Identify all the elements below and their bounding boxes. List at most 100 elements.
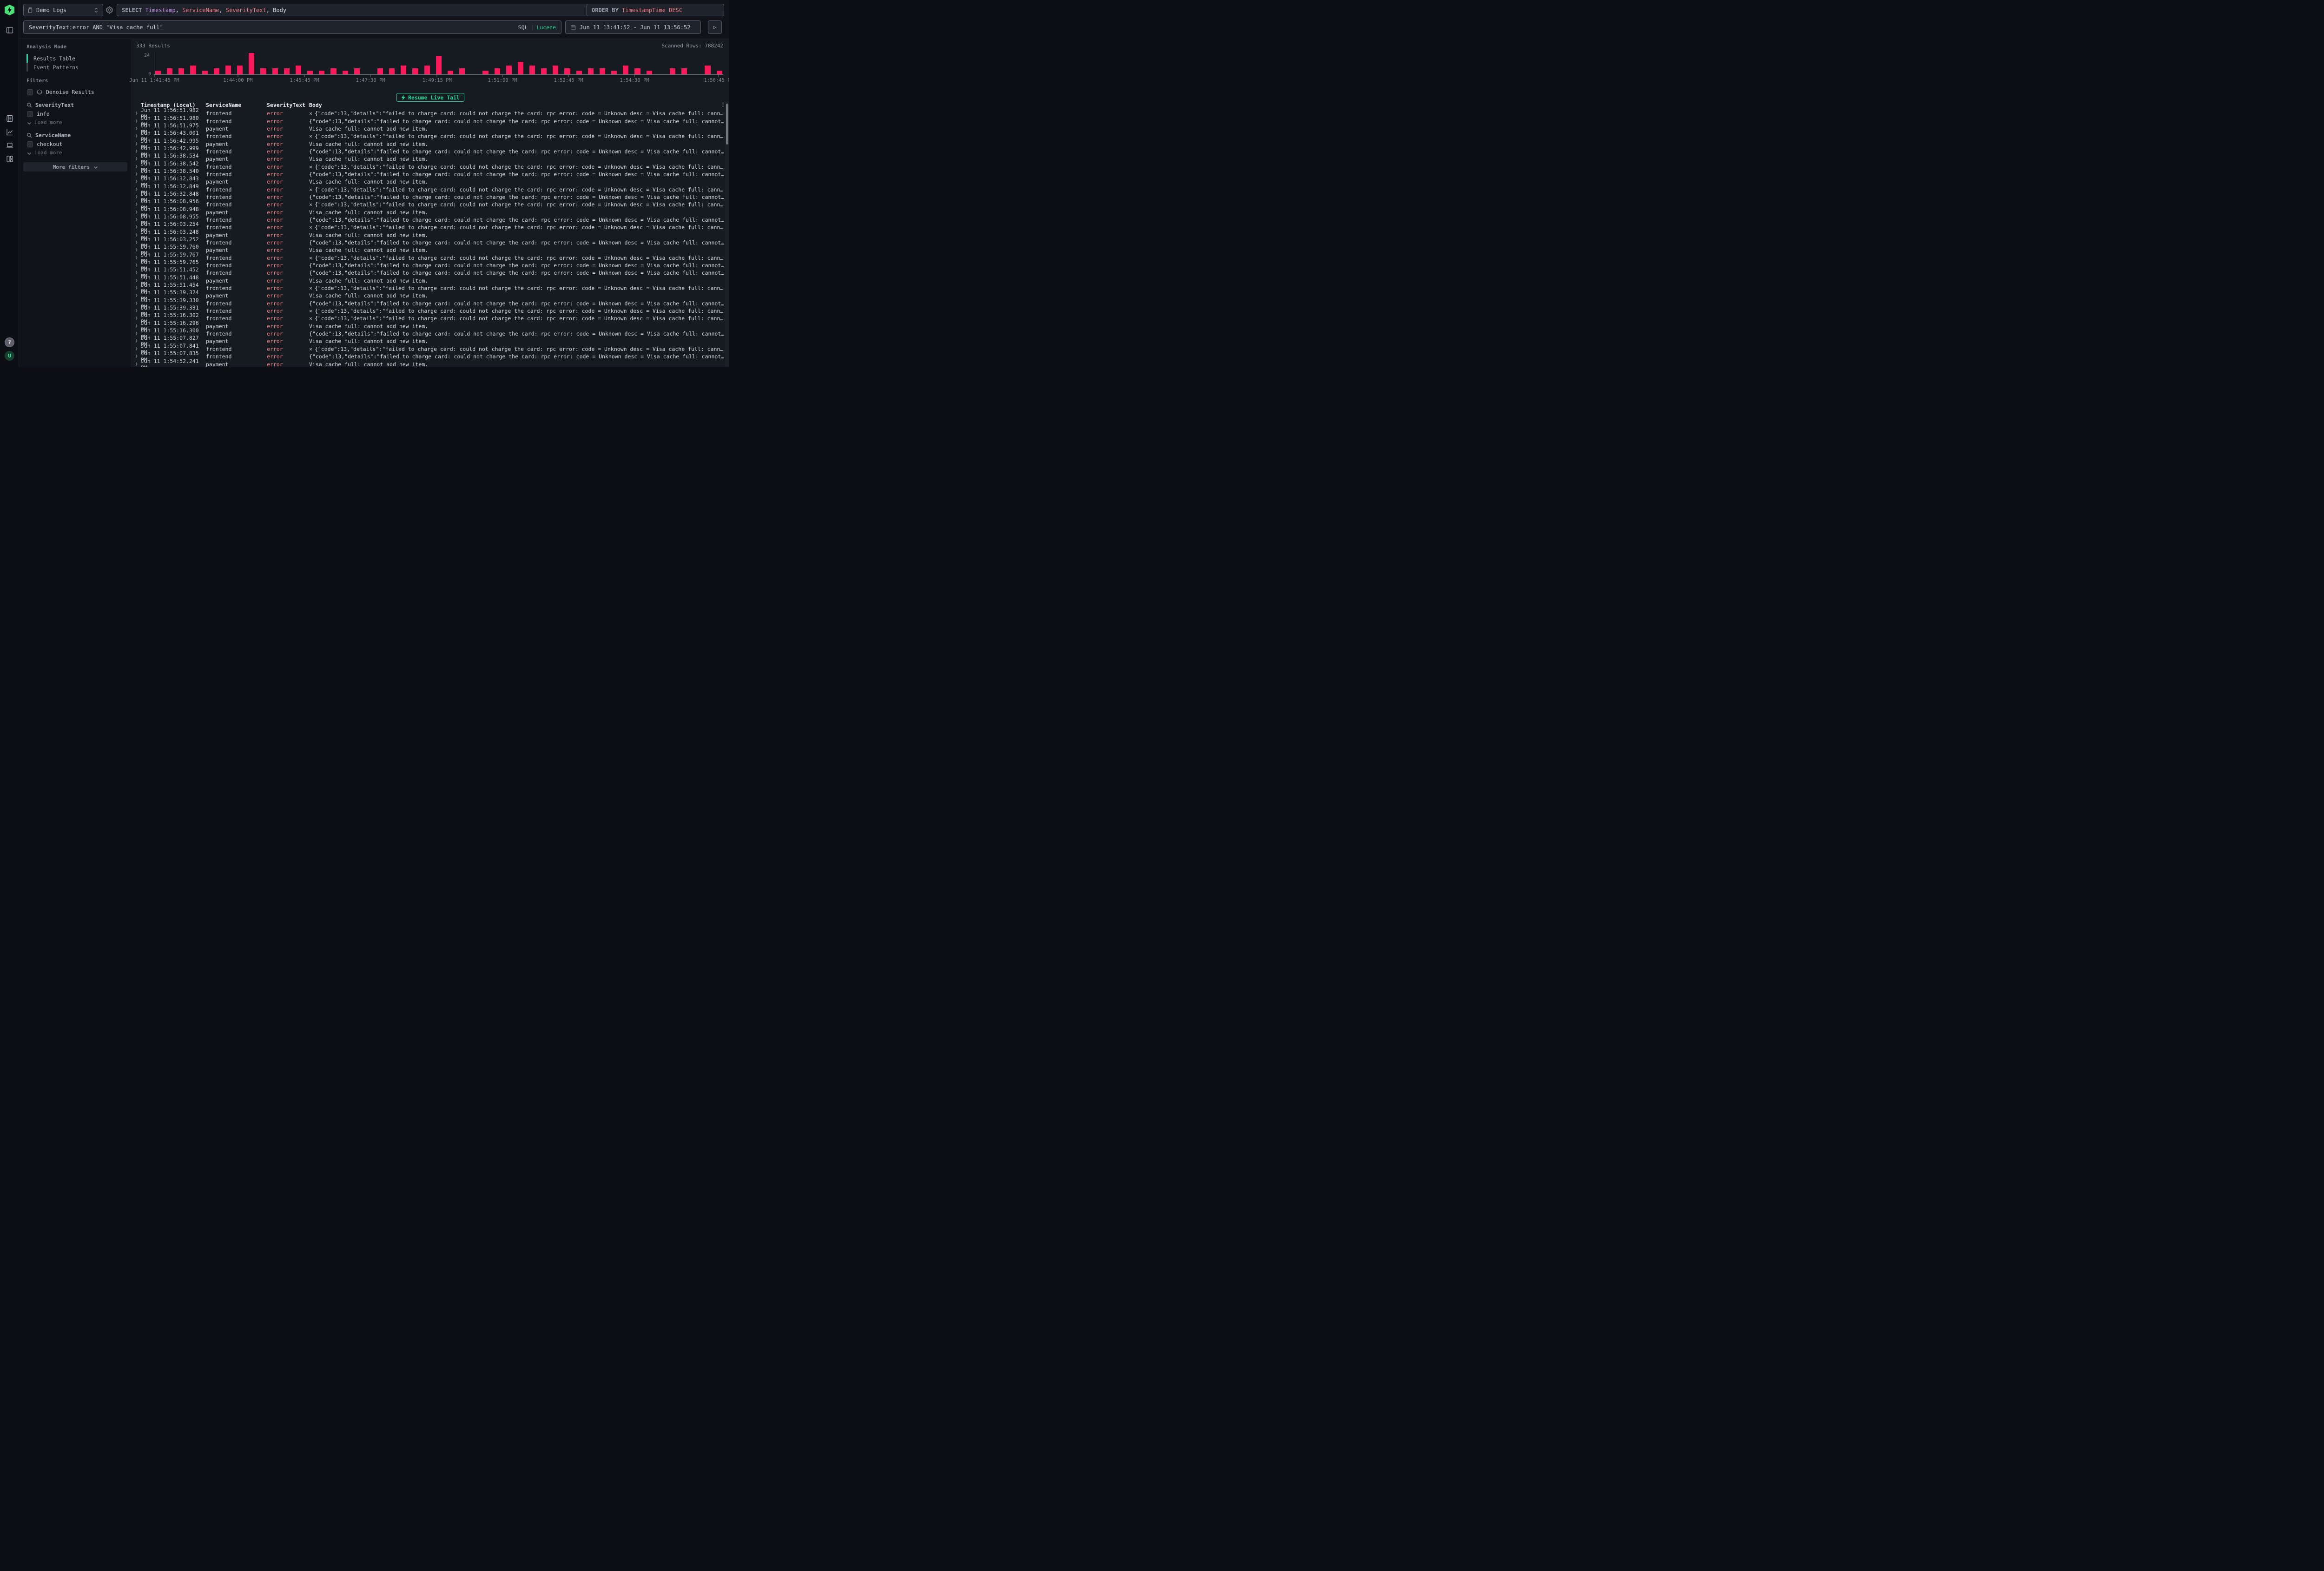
histogram-bar[interactable] (401, 66, 406, 74)
row-expand-chevron-icon[interactable]: ❯ (132, 233, 141, 238)
more-filters-button[interactable]: More filters (23, 162, 127, 172)
table-row[interactable]: ❯Jun 11 1:56:51.982 PMfrontenderror×{"co… (132, 110, 726, 117)
row-expand-chevron-icon[interactable]: ❯ (132, 278, 141, 283)
table-row[interactable]: ❯Jun 11 1:55:16.300 PMfrontenderror{"cod… (132, 330, 726, 337)
row-expand-chevron-icon[interactable]: ❯ (132, 111, 141, 116)
row-expand-chevron-icon[interactable]: ❯ (132, 316, 141, 321)
row-expand-chevron-icon[interactable]: ❯ (132, 347, 141, 351)
load-more-button[interactable]: Load more (26, 119, 131, 125)
row-expand-chevron-icon[interactable]: ❯ (132, 142, 141, 146)
table-row[interactable]: ❯Jun 11 1:56:08.948 PMpaymenterrorVisa c… (132, 208, 726, 216)
table-row[interactable]: ❯Jun 11 1:56:08.956 PMfrontenderror×{"co… (132, 201, 726, 208)
histogram-bar[interactable] (424, 66, 430, 74)
row-expand-chevron-icon[interactable]: ❯ (132, 195, 141, 199)
histogram-bar[interactable] (564, 68, 570, 74)
app-logo-icon[interactable] (5, 5, 14, 15)
filter-group-header[interactable]: ServiceName (26, 132, 131, 139)
table-row[interactable]: ❯Jun 11 1:56:43.001 PMfrontenderror×{"co… (132, 132, 726, 140)
table-row[interactable]: ❯Jun 11 1:55:59.767 PMfrontenderror×{"co… (132, 254, 726, 262)
histogram-bar[interactable] (705, 66, 710, 74)
table-row[interactable]: ❯Jun 11 1:56:32.843 PMpaymenterrorVisa c… (132, 178, 726, 185)
histogram-bar[interactable] (178, 68, 184, 74)
table-row[interactable]: ❯Jun 11 1:56:32.849 PMfrontenderror×{"co… (132, 185, 726, 193)
filter-checkbox[interactable] (27, 111, 33, 117)
histogram-bar[interactable] (412, 68, 418, 74)
row-expand-chevron-icon[interactable]: ❯ (132, 309, 141, 313)
language-toggle[interactable]: SQL | Lucene (518, 24, 556, 31)
table-row[interactable]: ❯Jun 11 1:56:42.999 PMfrontenderror{"cod… (132, 148, 726, 155)
histogram-bar[interactable] (541, 68, 547, 74)
table-row[interactable]: ❯Jun 11 1:56:32.848 PMfrontenderror{"cod… (132, 193, 726, 201)
histogram-bar[interactable] (634, 68, 640, 74)
select-clause-input[interactable]: SELECT Timestamp, ServiceName, SeverityT… (117, 4, 600, 16)
table-row[interactable]: ❯Jun 11 1:55:51.448 PMpaymenterrorVisa c… (132, 277, 726, 284)
table-row[interactable]: ❯Jun 11 1:55:07.827 PMpaymenterrorVisa c… (132, 337, 726, 345)
histogram-bar[interactable] (717, 71, 722, 74)
filter-group-header[interactable]: SeverityText (26, 102, 131, 108)
table-row[interactable]: ❯Jun 11 1:56:42.995 PMpaymenterrorVisa c… (132, 140, 726, 147)
table-row[interactable]: ❯Jun 11 1:56:38.540 PMfrontenderror{"cod… (132, 171, 726, 178)
filter-option-info[interactable]: info (27, 111, 131, 117)
table-row[interactable]: ❯Jun 11 1:56:08.955 PMfrontenderror{"cod… (132, 216, 726, 224)
histogram-bar[interactable] (377, 68, 383, 74)
row-expand-chevron-icon[interactable]: ❯ (132, 165, 141, 169)
sidebar-toggle-icon[interactable] (6, 26, 13, 34)
histogram-bar[interactable] (260, 68, 266, 74)
col-header-servicename[interactable]: ServiceName (206, 102, 264, 108)
row-expand-chevron-icon[interactable]: ❯ (132, 331, 141, 336)
row-expand-chevron-icon[interactable]: ❯ (132, 218, 141, 222)
run-query-button[interactable]: ▷ (708, 20, 722, 34)
table-row[interactable]: ❯Jun 11 1:55:16.296 PMpaymenterrorVisa c… (132, 323, 726, 330)
results-histogram[interactable]: 24 0 (154, 52, 723, 75)
table-row[interactable]: ❯Jun 11 1:55:51.452 PMfrontenderror{"cod… (132, 269, 726, 277)
row-expand-chevron-icon[interactable]: ❯ (132, 256, 141, 260)
row-expand-chevron-icon[interactable]: ❯ (132, 240, 141, 245)
histogram-bar[interactable] (647, 71, 652, 74)
histogram-bar[interactable] (249, 53, 254, 74)
chart-explorer-nav-icon[interactable] (6, 128, 13, 136)
histogram-bar[interactable] (167, 68, 172, 74)
histogram-bar[interactable] (202, 71, 208, 74)
histogram-bar[interactable] (611, 71, 617, 74)
table-row[interactable]: ❯Jun 11 1:55:07.841 PMfrontenderror×{"co… (132, 345, 726, 353)
table-row[interactable]: ❯Jun 11 1:55:16.302 PMfrontenderror×{"co… (132, 315, 726, 322)
histogram-bar[interactable] (155, 71, 161, 74)
table-row[interactable]: ❯Jun 11 1:56:38.534 PMpaymenterrorVisa c… (132, 155, 726, 163)
histogram-bar[interactable] (448, 71, 453, 74)
table-row[interactable]: ❯Jun 11 1:55:39.324 PMpaymenterrorVisa c… (132, 292, 726, 299)
source-selector[interactable]: Demo Logs (23, 4, 103, 16)
table-row[interactable]: ❯Jun 11 1:56:51.975 PMpaymenterrorVisa c… (132, 125, 726, 132)
table-row[interactable]: ❯Jun 11 1:55:59.765 PMfrontenderror{"cod… (132, 262, 726, 269)
table-scrollbar[interactable] (725, 101, 729, 367)
row-expand-chevron-icon[interactable]: ❯ (132, 149, 141, 154)
histogram-bar[interactable] (482, 71, 488, 74)
source-settings-gear-icon[interactable] (106, 6, 113, 14)
orderby-input[interactable]: ORDER BY TimestampTime DESC (587, 4, 724, 16)
histogram-bar[interactable] (225, 66, 231, 74)
histogram-bar[interactable] (354, 68, 360, 74)
row-expand-chevron-icon[interactable]: ❯ (132, 301, 141, 306)
search-logs-nav-icon[interactable] (6, 115, 13, 122)
row-expand-chevron-icon[interactable]: ❯ (132, 324, 141, 329)
histogram-bar[interactable] (307, 71, 313, 74)
row-expand-chevron-icon[interactable]: ❯ (132, 362, 141, 367)
denoise-checkbox[interactable] (27, 89, 33, 95)
histogram-bar[interactable] (518, 62, 523, 74)
analysis-mode-event-patterns[interactable]: Event Patterns (26, 63, 131, 72)
resume-live-tail-button[interactable]: Resume Live Tail (396, 93, 464, 102)
histogram-bar[interactable] (670, 68, 675, 74)
row-expand-chevron-icon[interactable]: ❯ (132, 134, 141, 139)
filter-checkbox[interactable] (27, 141, 33, 147)
histogram-bar[interactable] (272, 68, 278, 74)
lang-lucene-option[interactable]: Lucene (536, 24, 556, 31)
row-expand-chevron-icon[interactable]: ❯ (132, 179, 141, 184)
histogram-bar[interactable] (553, 66, 558, 74)
row-expand-chevron-icon[interactable]: ❯ (132, 202, 141, 207)
histogram-bar[interactable] (600, 68, 605, 74)
row-expand-chevron-icon[interactable]: ❯ (132, 210, 141, 215)
row-expand-chevron-icon[interactable]: ❯ (132, 126, 141, 131)
row-expand-chevron-icon[interactable]: ❯ (132, 119, 141, 124)
histogram-bar[interactable] (214, 68, 219, 74)
row-expand-chevron-icon[interactable]: ❯ (132, 271, 141, 275)
histogram-bar[interactable] (389, 68, 395, 74)
